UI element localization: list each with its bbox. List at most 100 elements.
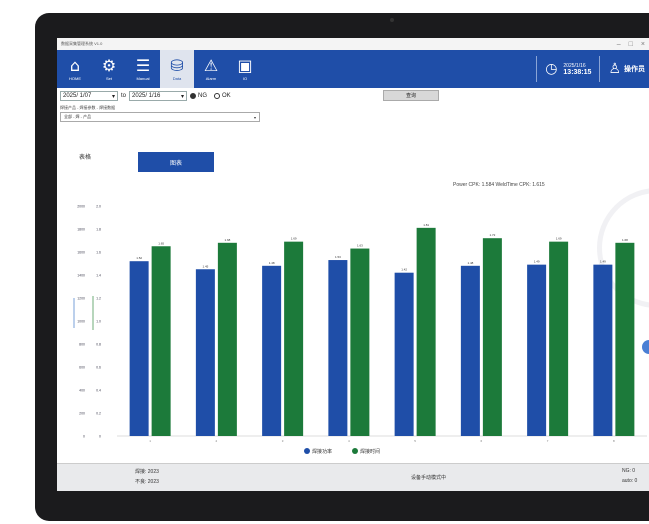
nav-item-set[interactable]: ⚙ Set xyxy=(92,50,126,88)
bar-series-0 xyxy=(262,265,282,436)
top-navigation: ⌂ HOME ⚙ Set ☰ Manual ⛁ Data ⚠ Alarm ▣ IO ◷ 2025/1/… xyxy=(57,50,649,88)
y2-tick-label: 1800 xyxy=(77,228,85,232)
y2-tick-label: 1600 xyxy=(77,251,85,255)
y2-tick-label: 600 xyxy=(79,366,85,370)
y2-tick-label: 2000 xyxy=(77,205,85,209)
radio-ng[interactable]: NG xyxy=(190,93,207,99)
legend-marker xyxy=(304,448,310,454)
bar-series-0 xyxy=(593,264,613,436)
calendar-dropdown-icon[interactable]: ▾ xyxy=(181,93,184,100)
legend-label: 焊接时间 xyxy=(360,448,380,455)
bar-data-label: 1.48 xyxy=(269,261,275,265)
bar-data-label: 1.48 xyxy=(467,261,473,265)
nav-item-label: Manual xyxy=(136,76,150,81)
datetime-display: 2025/1/16 13:38:15 xyxy=(563,63,591,76)
side-drawer-handle[interactable] xyxy=(642,340,649,354)
category-select[interactable]: 全部 - 焊 - 产品 ▾ xyxy=(60,112,260,122)
bar-series-0 xyxy=(460,265,480,436)
device-camera xyxy=(390,18,394,22)
bar-data-label: 1.81 xyxy=(423,223,429,227)
weld-count: 焊接: 2023 xyxy=(135,469,159,475)
bar-data-label: 1.42 xyxy=(401,268,407,272)
user-label[interactable]: 操作员 xyxy=(624,64,645,74)
bar-data-label: 1.45 xyxy=(202,264,208,268)
auto-count: auto: 0 xyxy=(622,478,638,484)
bar-series-0 xyxy=(195,269,215,436)
divider xyxy=(599,56,601,82)
x-tick-label: 8 xyxy=(613,439,615,443)
nav-item-label: HOME xyxy=(69,76,81,81)
user-icon[interactable]: ♙ xyxy=(608,61,621,77)
chart-view-tab[interactable]: 图表 xyxy=(138,152,214,172)
bar-series-1 xyxy=(482,238,502,436)
title-bar: 数据采集管理系统 V1.0 – □ × xyxy=(57,38,649,50)
bar-series-1 xyxy=(350,248,370,436)
nav-item-manual[interactable]: ☰ Manual xyxy=(126,50,160,88)
y-tick-label: 0.2 xyxy=(96,412,101,416)
y-tick-label: 1.0 xyxy=(96,320,101,324)
close-button[interactable]: × xyxy=(641,41,645,48)
y2-tick-label: 1400 xyxy=(77,274,85,278)
chevron-down-icon[interactable]: ▾ xyxy=(254,115,256,120)
bar-series-0 xyxy=(129,261,149,436)
legend-label: 焊接功率 xyxy=(312,448,332,455)
nav-item-label: Data xyxy=(172,76,182,81)
bar-series-0 xyxy=(394,272,414,436)
y2-tick-label: 1200 xyxy=(77,297,85,301)
from-date-picker[interactable]: 2025/ 1/07 ▾ xyxy=(60,91,118,101)
x-tick-label: 1 xyxy=(149,439,151,443)
radio-selected-icon[interactable] xyxy=(190,93,197,99)
y2-tick-label: 200 xyxy=(79,412,85,416)
bar-data-label: 1.68 xyxy=(224,238,230,242)
query-button[interactable]: 查询 xyxy=(383,90,439,101)
nav-item-data[interactable]: ⛁ Data xyxy=(160,50,194,88)
bar-data-label: 1.53 xyxy=(335,255,341,259)
io-icon: ▣ xyxy=(237,56,253,75)
nav-item-label: Alarm xyxy=(205,76,217,81)
bar-data-label: 1.63 xyxy=(357,244,363,248)
bar-series-1 xyxy=(217,242,237,436)
y2-tick-label: 800 xyxy=(79,343,85,347)
bar-data-label: 1.65 xyxy=(158,241,164,245)
nav-item-io[interactable]: ▣ IO xyxy=(228,50,262,88)
y2-tick-label: 400 xyxy=(79,389,85,393)
table-view-tab[interactable]: 表格 xyxy=(79,152,91,161)
y-tick-label: 0.4 xyxy=(96,389,101,393)
nav-item-label: Set xyxy=(105,76,112,81)
radio-ok[interactable]: OK xyxy=(214,93,231,99)
bar-series-1 xyxy=(416,227,436,436)
minimize-button[interactable]: – xyxy=(617,41,621,48)
y-tick-label: 1.8 xyxy=(96,228,101,232)
home-icon: ⌂ xyxy=(69,56,81,75)
calendar-dropdown-icon[interactable]: ▾ xyxy=(112,93,115,100)
y-tick-label: 1.6 xyxy=(96,251,101,255)
maximize-button[interactable]: □ xyxy=(629,41,633,48)
y-tick-label: 0.6 xyxy=(96,366,101,370)
x-tick-label: 6 xyxy=(481,439,483,443)
nav-item-label: IO xyxy=(242,76,248,81)
bar-series-1 xyxy=(284,241,304,436)
nav-item-alarm[interactable]: ⚠ Alarm xyxy=(194,50,228,88)
bar-series-0 xyxy=(328,260,348,436)
database-icon: ⛁ xyxy=(170,56,184,75)
app-screen: 数据采集管理系统 V1.0 – □ × ⌂ HOME ⚙ Set ☰ Manual ⛁ Dat… xyxy=(57,38,649,491)
divider xyxy=(536,56,538,82)
radio-unselected-icon[interactable] xyxy=(214,93,221,99)
x-tick-label: 3 xyxy=(282,439,284,443)
y2-tick-label: 1000 xyxy=(77,320,85,324)
bar-series-1 xyxy=(151,246,171,436)
status-bar: 焊接: 2023 不良: 2023 设备手动模式中 NG: 0 auto: 0 xyxy=(57,463,649,491)
bar-series-1 xyxy=(549,241,569,436)
clock-user-area: ◷ 2025/1/16 13:38:15 ♙ 操作员 xyxy=(536,50,649,88)
device-status: 设备手动模式中 xyxy=(411,475,447,481)
y-tick-label: 0 xyxy=(99,435,101,439)
to-date-picker[interactable]: 2025/ 1/16 ▾ xyxy=(129,91,188,101)
legend-marker xyxy=(352,448,358,454)
settings-icon: ⚙ xyxy=(101,56,117,75)
x-tick-label: 7 xyxy=(547,439,549,443)
nav-item-home[interactable]: ⌂ HOME xyxy=(58,50,92,88)
app-title: 数据采集管理系统 V1.0 xyxy=(61,41,103,46)
ng-count: NG: 0 xyxy=(622,468,636,474)
clock-icon: ◷ xyxy=(545,61,558,77)
bar-series-0 xyxy=(527,264,547,436)
